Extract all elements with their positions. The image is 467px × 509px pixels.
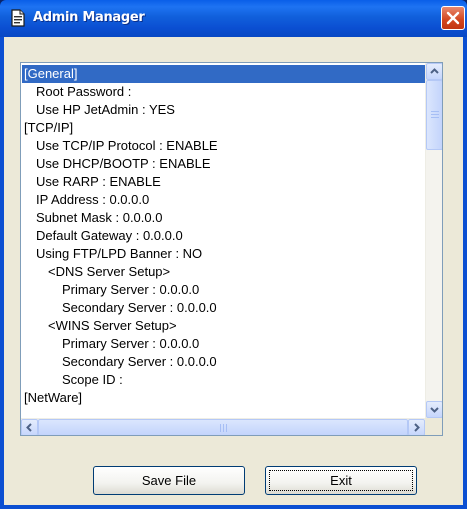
window-frame-right xyxy=(463,37,467,509)
admin-manager-window: Admin Manager [General] Root Password : Us… xyxy=(0,0,467,509)
vertical-scroll-thumb[interactable] xyxy=(426,80,442,150)
chevron-down-icon xyxy=(430,407,439,413)
close-icon xyxy=(446,11,460,25)
settings-list: [General] Root Password : Use HP JetAdmin … xyxy=(22,65,425,407)
scroll-down-button[interactable] xyxy=(426,401,442,418)
list-item[interactable]: Scope ID : xyxy=(22,371,425,389)
scroll-up-button[interactable] xyxy=(426,63,442,80)
title-bar[interactable]: Admin Manager xyxy=(0,0,467,37)
list-item[interactable]: Secondary Server : 0.0.0.0 xyxy=(22,299,425,317)
list-item[interactable]: <DNS Server Setup> xyxy=(22,263,425,281)
scroll-right-button[interactable] xyxy=(408,419,425,435)
horizontal-scrollbar[interactable] xyxy=(21,418,425,435)
settings-listbox[interactable]: [General] Root Password : Use HP JetAdmin … xyxy=(20,62,443,436)
list-item[interactable]: Default Gateway : 0.0.0.0 xyxy=(22,227,425,245)
window-title: Admin Manager xyxy=(33,10,145,25)
list-item[interactable]: Use RARP : ENABLE xyxy=(22,173,425,191)
window-frame-bottom xyxy=(0,505,467,509)
list-item[interactable]: Subnet Mask : 0.0.0.0 xyxy=(22,209,425,227)
list-item[interactable]: [NetWare] xyxy=(22,389,425,407)
list-item[interactable]: Use TCP/IP Protocol : ENABLE xyxy=(22,137,425,155)
save-file-button[interactable]: Save File xyxy=(93,466,245,495)
document-icon xyxy=(11,9,25,27)
chevron-up-icon xyxy=(430,68,439,74)
chevron-right-icon xyxy=(414,423,420,432)
list-item[interactable]: Primary Server : 0.0.0.0 xyxy=(22,281,425,299)
list-item[interactable]: IP Address : 0.0.0.0 xyxy=(22,191,425,209)
list-item[interactable]: [TCP/IP] xyxy=(22,119,425,137)
chevron-left-icon xyxy=(26,423,32,432)
exit-button[interactable]: Exit xyxy=(265,466,417,495)
list-item[interactable]: Using FTP/LPD Banner : NO xyxy=(22,245,425,263)
scrollbar-corner xyxy=(425,418,442,435)
list-item[interactable]: Root Password : xyxy=(22,83,425,101)
list-item[interactable]: Secondary Server : 0.0.0.0 xyxy=(22,353,425,371)
horizontal-scroll-thumb[interactable] xyxy=(38,419,408,435)
list-item[interactable]: Primary Server : 0.0.0.0 xyxy=(22,335,425,353)
list-item[interactable]: [General] xyxy=(22,65,425,83)
close-button[interactable] xyxy=(441,6,465,30)
scroll-left-button[interactable] xyxy=(21,419,38,435)
list-item[interactable]: Use DHCP/BOOTP : ENABLE xyxy=(22,155,425,173)
list-item[interactable]: <WINS Server Setup> xyxy=(22,317,425,335)
vertical-scrollbar[interactable] xyxy=(425,63,442,418)
list-item[interactable]: Use HP JetAdmin : YES xyxy=(22,101,425,119)
